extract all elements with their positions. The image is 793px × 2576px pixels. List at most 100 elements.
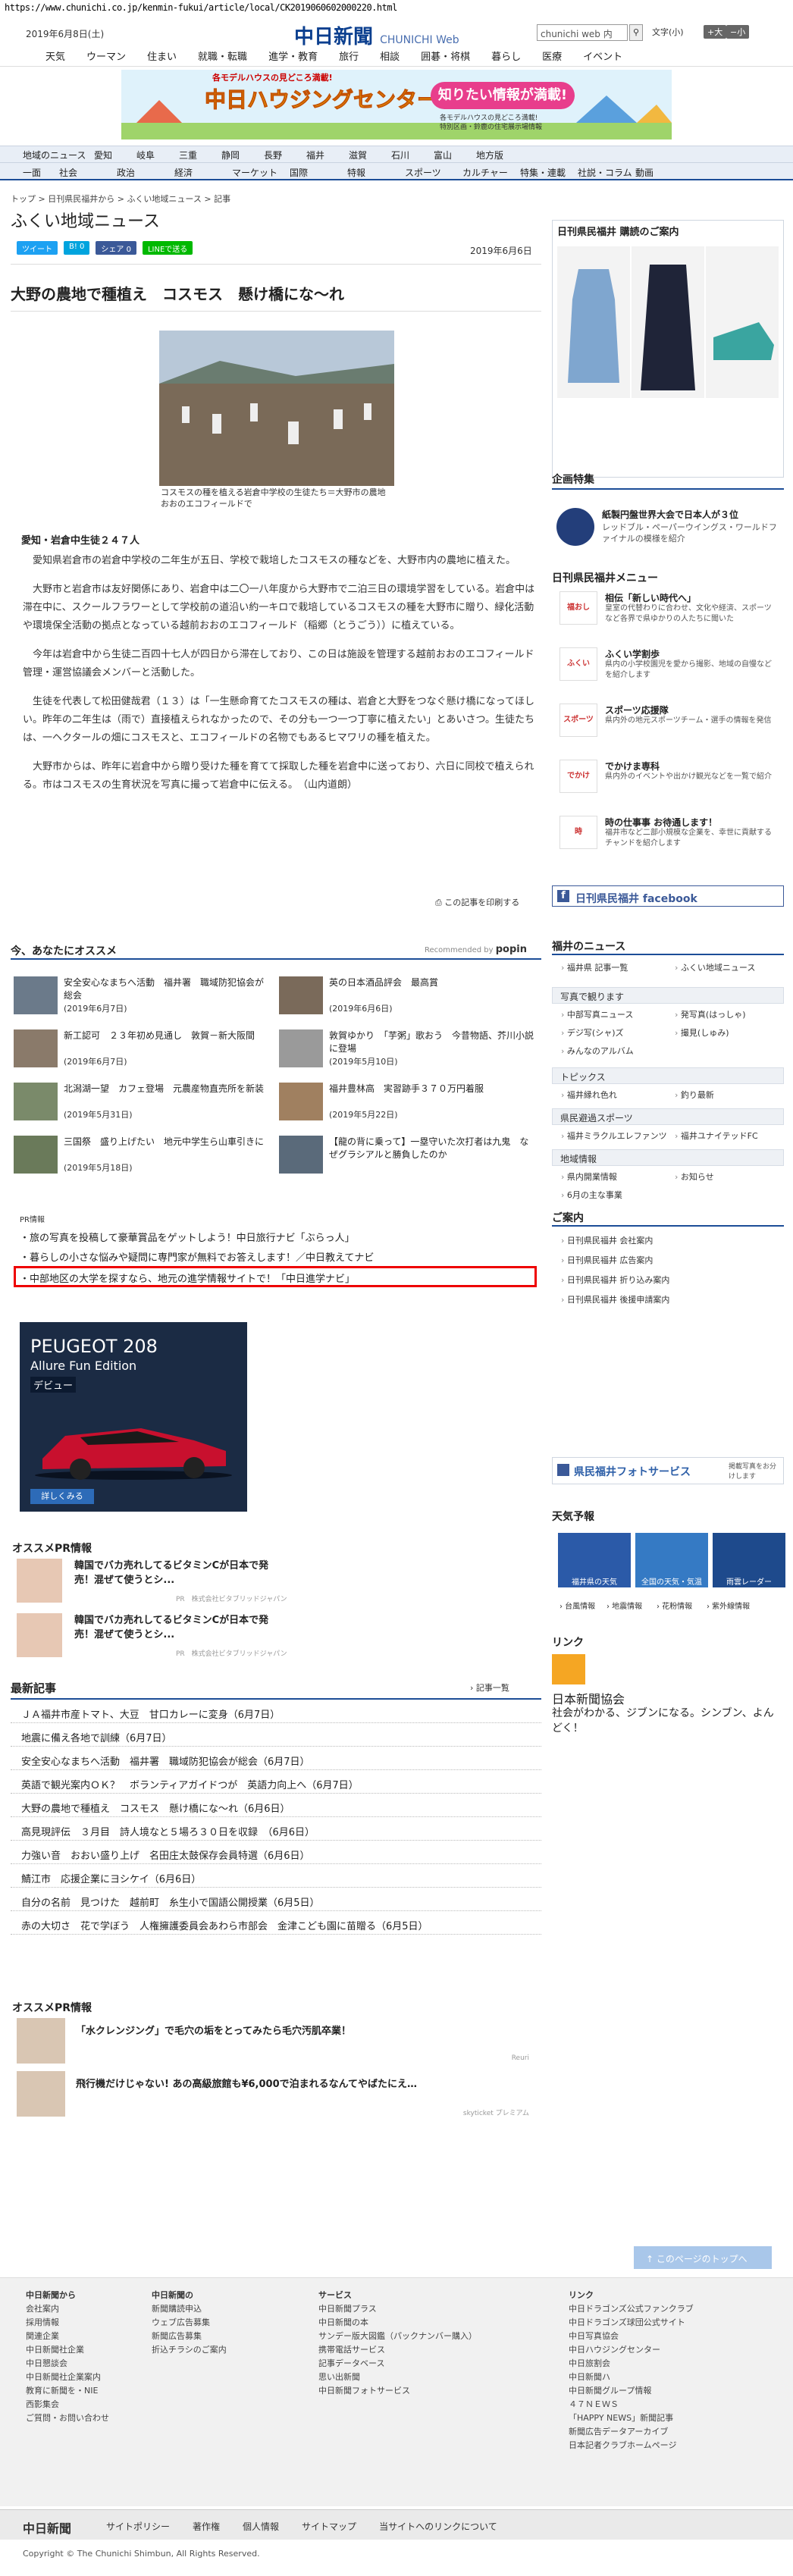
top-nav-item[interactable]: 就職・転職 [198,49,247,63]
hmenu-item[interactable]: スポーツ スポーツ応援隊 県内外の地元スポーツチーム・選手の情報を発信 [559,702,779,747]
article-photo[interactable] [159,331,394,486]
hmenu-item[interactable]: でかけ でかけま専科 県内外のイベントや出かけ観光などを一覧で紹介 [559,758,779,804]
hmenu-item[interactable]: ふくい ふくい学割歩 県内の小学校園児を愛から撮影、地域の自慢などを紹介します [559,646,779,691]
weather-fukui-button[interactable]: 福井県の天気 [558,1533,631,1587]
recommend-item[interactable]: 北潟湖一望 カフェ登場 元農産物直売所を新装 (2019年5月31日) [14,1080,271,1127]
region-nav-item[interactable]: 地方版 [476,149,522,161]
category-nav-item[interactable]: 一面 [23,166,59,179]
osusume2-item[interactable]: 飛行機だけじゃない! あの高級旅館も¥6,000で泊まれるなんてやばたにえ… sk… [17,2071,540,2120]
osusume-item[interactable]: 韓国でバカ売れしてるビタミンCが日本で発売！混ぜて使うとシ... PR 株式会社ビ… [17,1559,290,1607]
recommend-item[interactable]: 安全安心なまちへ活動 福井署 職域防犯協会が総会 (2019年6月7日) [14,973,271,1020]
latest-item[interactable]: 大野の農地で種植え コスモス 懸け橋にな～れ（6月6日） [11,1797,541,1817]
side-link[interactable]: 中部写真ニュース [561,1008,633,1020]
footer-link[interactable]: ４７ＮＥＷＳ [569,2398,694,2411]
top-nav-item[interactable]: 医療 [542,49,562,63]
side-link[interactable]: 県内開業情報 [561,1170,617,1183]
osusume2-item[interactable]: 「水クレンジング」で毛穴の垢をとってみたら毛穴汚肌卒業！ Reuri [17,2018,540,2067]
recommend-item[interactable]: 三国祭 盛り上げたい 地元中学生ら山車引きに (2019年5月18日) [14,1133,271,1180]
recommend-item[interactable]: 【龍の背に乗って】一塁守いた次打者は九鬼 なぜグラシアルと勝負したのか [279,1133,537,1180]
pr-link[interactable]: ・暮らしの小さな悩みや疑問に専門家が無料でお答えします！／中日教えてナビ [20,1249,374,1264]
top-nav-item[interactable]: 相談 [380,49,400,63]
category-nav-item[interactable]: スポーツ [405,166,462,179]
footer-logo[interactable]: 中日新聞 [23,2518,71,2537]
font-big-button[interactable]: +大 [704,25,727,39]
category-nav-item[interactable]: 社説・コラム [578,166,635,179]
weather-link[interactable]: › 台風情報 [559,1600,595,1611]
footer-link[interactable]: ウェブ広告募集 [152,2316,227,2330]
footer-link[interactable]: 中日ドラゴンズ公式ファンクラブ [569,2302,694,2316]
category-nav-item[interactable]: 経済 [174,166,232,179]
footer-link[interactable]: 中日新聞社企業案内 [26,2371,109,2384]
peugeot-ad[interactable]: PEUGEOT 208 Allure Fun Edition デビュー 詳しくみ… [20,1322,247,1512]
category-nav-item[interactable]: カルチャー [462,166,520,179]
top-nav-item[interactable]: 住まい [147,49,177,63]
side-link[interactable]: 福井県 記事一覧 [561,961,628,973]
region-nav-item[interactable]: 静岡 [221,149,264,161]
category-nav-item[interactable]: 国際 [290,166,347,179]
footer-link[interactable]: 中日新聞グループ情報 [569,2384,694,2398]
footer-nav-item[interactable]: 当サイトへのリンクについて [379,2520,497,2533]
side-link[interactable]: 釣り最新 [675,1089,714,1101]
side-link[interactable]: デジ写(シャ)ズ [561,1026,624,1039]
ad-detail-button[interactable]: 詳しくみる [30,1489,94,1504]
region-nav-item[interactable]: 三重 [179,149,221,161]
category-nav-item[interactable]: 社会 [59,166,117,179]
hmenu-item[interactable]: 時時の仕事事 お待通します！ 福井市など二部小規模な企業を、幸世に貢献するチャンド… [559,814,779,860]
category-nav-item[interactable]: 政治 [117,166,174,179]
side-link[interactable]: 日刊県民福井 広告案内 [561,1254,654,1266]
footer-link[interactable]: 教育に新聞を・NIE [26,2384,109,2398]
top-nav-item[interactable]: イベント [583,49,622,63]
footer-link[interactable]: 「HAPPY NEWS」新聞記事 [569,2411,694,2425]
footer-link[interactable]: 中日新聞プラス [318,2302,477,2316]
footer-link[interactable]: 記事データベース [318,2357,477,2371]
latest-item[interactable]: 安全安心なまちへ活動 福井署 職域防犯協会が総会（6月7日） [11,1750,541,1770]
footer-nav-item[interactable]: 著作権 [193,2520,220,2533]
footer-link[interactable]: 中日懇談会 [26,2357,109,2371]
footer-link[interactable]: 中日旅割会 [569,2357,694,2371]
footer-link[interactable]: 西影集会 [26,2398,109,2411]
side-link[interactable]: 福井ユナイテッドFC [675,1130,758,1142]
top-nav-item[interactable]: ウーマン [86,49,126,63]
photo-service-banner[interactable]: 県民福井フォトサービス 掲載写真をお分けします [552,1457,784,1484]
latest-item[interactable]: ＪＡ福井市産トマト、大豆 甘口カレーに変身（6月7日） [11,1703,541,1723]
footer-link[interactable]: 中日新聞ハ [569,2371,694,2384]
footer-link[interactable]: 中日ドラゴンズ球団公式サイト [569,2316,694,2330]
footer-link[interactable]: ご質問・お問い合わせ [26,2411,109,2425]
top-nav-item[interactable]: 暮らし [491,49,521,63]
footer-link[interactable]: 新聞広告募集 [152,2330,227,2343]
breadcrumb[interactable]: トップ > 日刊県民福井から > ふくい地域ニュース > 記事 [11,193,230,205]
housing-banner-ad[interactable]: 各モデルハウスの見どころ満載! 中日ハウジングセンター 知りたい情報が満載! 各… [121,70,672,139]
top-nav-item[interactable]: 囲碁・将棋 [421,49,470,63]
site-logo[interactable]: 中日新聞 CHUNICHI Web [294,21,459,49]
side-link[interactable]: 6月の主な事業 [561,1189,622,1201]
top-nav-item[interactable]: 旅行 [339,49,359,63]
print-link[interactable]: ⎙ この記事を印刷する [435,896,519,908]
latest-item[interactable]: 高見現評伝 ３月目 詩人境なと５場ろ３０日を収録 （6月6日） [11,1820,541,1841]
latest-item[interactable]: 自分の名前 見つけた 越前町 糸生小で国語公開授業（6月5日） [11,1891,541,1911]
footer-link[interactable]: 採用情報 [26,2316,109,2330]
footer-link[interactable]: 中日新聞社企業 [26,2343,109,2357]
category-nav-item[interactable]: 特集・連載 [520,166,578,179]
footer-link[interactable]: 関連企業 [26,2330,109,2343]
region-nav-item[interactable]: 長野 [264,149,306,161]
latest-item[interactable]: 力強い音 おおい盛り上げ 名田庄太鼓保存会員特選（6月6日） [11,1844,541,1864]
weather-link[interactable]: › 紫外線情報 [707,1600,750,1611]
search-input[interactable]: chunichi web 内 [537,24,628,41]
region-nav-item[interactable]: 富山 [434,149,476,161]
footer-link[interactable]: 携帯電話サービス [318,2343,477,2357]
rain-radar-button[interactable]: 雨雲レーダー [713,1533,785,1587]
side-link[interactable]: 発写真(はっしゃ) [675,1008,746,1020]
footer-nav-item[interactable]: 個人情報 [243,2520,279,2533]
latest-item[interactable]: 英語で観光案内ＯＫ？ ボランティアガイドつが 英語力向上へ（6月7日） [11,1773,541,1794]
footer-link[interactable]: 中日ハウジングセンター [569,2343,694,2357]
url-bar[interactable]: https://www.chunichi.co.jp/kenmin-fukui/… [0,0,793,17]
line-button[interactable]: LINEで送る [142,241,193,255]
side-link[interactable]: みんなのアルバム [561,1045,634,1057]
side-link[interactable]: 撮見(しゅみ) [675,1026,729,1039]
side-link[interactable]: 福井ミラクルエレファンツ [561,1130,667,1142]
region-nav-item[interactable]: 福井 [306,149,349,161]
hatena-button[interactable]: B! 0 [64,241,90,255]
region-nav-item[interactable]: 滋賀 [349,149,391,161]
weather-link[interactable]: › 花粉情報 [657,1600,692,1611]
latest-all-button[interactable]: › 記事一覧 [470,1681,509,1694]
